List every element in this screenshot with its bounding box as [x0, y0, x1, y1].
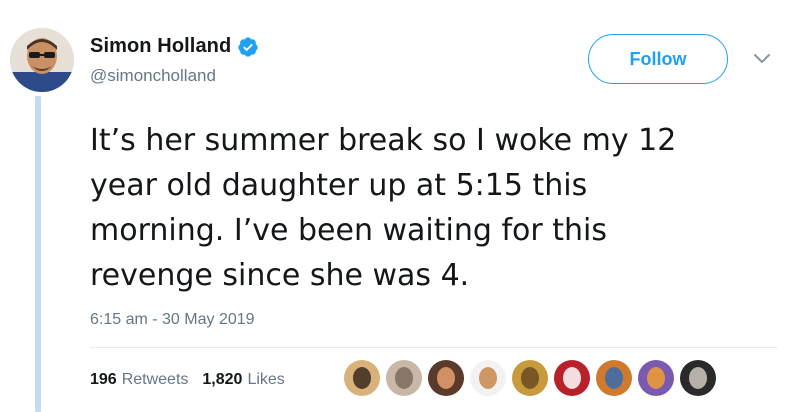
liker-avatar[interactable] [680, 360, 716, 396]
liker-avatar[interactable] [428, 360, 464, 396]
liker-avatar[interactable] [470, 360, 506, 396]
liker-avatar[interactable] [344, 360, 380, 396]
likes-count: 1,820 [202, 371, 243, 388]
liker-avatar[interactable] [596, 360, 632, 396]
author-handle[interactable]: @simoncholland [90, 66, 216, 86]
liker-avatars [344, 360, 722, 396]
follow-button[interactable]: Follow [588, 34, 728, 84]
author-name-row[interactable]: Simon Holland [90, 35, 259, 58]
liker-avatar[interactable] [554, 360, 590, 396]
tweet-line: It’s her summer break so I woke my 12 [90, 123, 677, 158]
liker-avatar[interactable] [512, 360, 548, 396]
engagement-stats: 196 Retweets 1,820 Likes [90, 371, 299, 389]
liker-avatar[interactable] [638, 360, 674, 396]
avatar-photo [10, 28, 74, 92]
liker-avatar-detail [563, 367, 581, 389]
tweet-line: revenge since she was 4. [90, 258, 470, 293]
author-name[interactable]: Simon Holland [90, 35, 231, 58]
liker-avatar-detail [395, 367, 413, 389]
tweet-text: It’s her summer break so I woke my 12 ye… [90, 118, 780, 298]
avatar[interactable] [10, 28, 74, 92]
liker-avatar-detail [437, 367, 455, 389]
verified-badge-icon [238, 36, 258, 57]
liker-avatar-detail [353, 367, 371, 389]
retweets-label: Retweets [121, 371, 189, 388]
liker-avatar-detail [647, 367, 665, 389]
liker-avatar-detail [479, 367, 497, 389]
chevron-down-icon[interactable] [752, 52, 772, 66]
tweet-line: morning. I’ve been waiting for this [90, 213, 607, 248]
liker-avatar-detail [521, 367, 539, 389]
tweet-line: year old daughter up at 5:15 this [90, 168, 588, 203]
retweets-count: 196 [90, 371, 117, 388]
retweets-stat[interactable]: 196 Retweets [90, 371, 188, 389]
likes-label: Likes [247, 371, 285, 388]
tweet-timestamp[interactable]: 6:15 am - 30 May 2019 [90, 311, 255, 329]
thread-line [35, 96, 41, 412]
liker-avatar-detail [605, 367, 623, 389]
liker-avatar[interactable] [386, 360, 422, 396]
divider [90, 347, 778, 348]
likes-stat[interactable]: 1,820 Likes [202, 371, 284, 389]
liker-avatar-detail [689, 367, 707, 389]
